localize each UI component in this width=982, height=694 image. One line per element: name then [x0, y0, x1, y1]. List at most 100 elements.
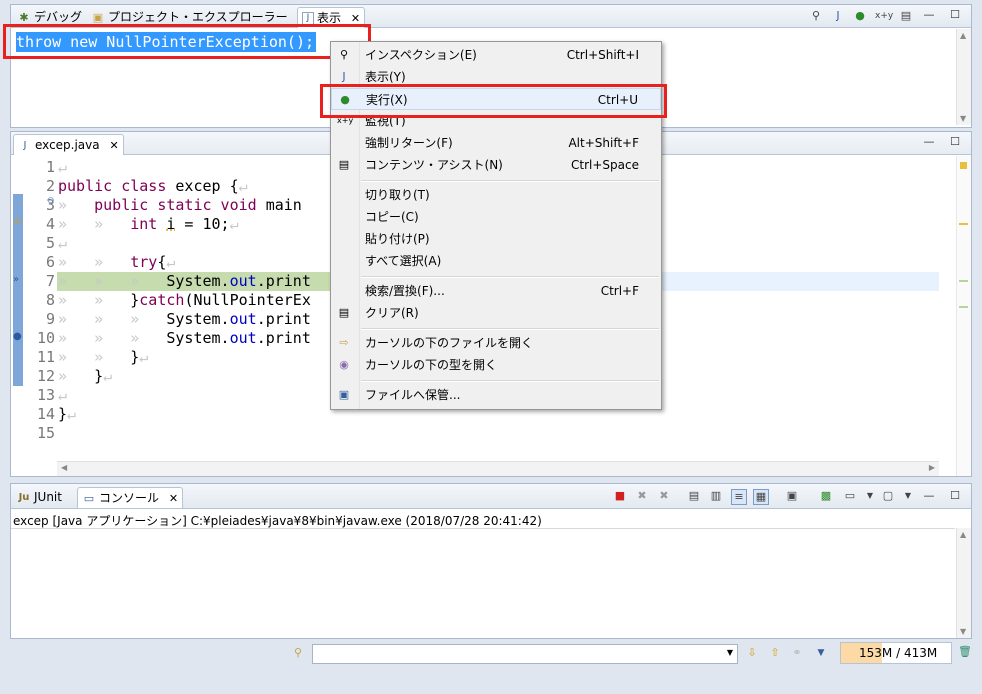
menu-item-paste[interactable]: 貼り付け(P) [331, 228, 661, 250]
clear-console-icon[interactable]: ▤ [687, 489, 701, 503]
menu-item-open-type-at-cursor[interactable]: ◉ カーソルの下の型を開く [331, 354, 661, 376]
code-line-10: » » » System.out.print [58, 329, 311, 347]
execute-highlight-box [320, 84, 667, 118]
minimize-icon[interactable]: — [923, 9, 935, 21]
clear-icon[interactable]: ▤ [899, 9, 913, 23]
chevron-down-icon[interactable]: ▼ [863, 489, 877, 503]
maximize-icon[interactable]: ☐ [949, 136, 961, 148]
tab-console[interactable]: ▭ コンソール ✕ [77, 487, 184, 508]
line-number: 14 [36, 405, 55, 423]
menu-item-force-return[interactable]: 強制リターン(F) Alt+Shift+F [331, 132, 661, 154]
garbage-collect-icon[interactable]: 🗑 [958, 645, 972, 659]
tab-junit[interactable]: Ju JUnit [13, 487, 66, 507]
open-console-icon[interactable]: ▭ [843, 489, 857, 503]
console-process-label: excep [Java アプリケーション] C:¥pleiades¥java¥8… [13, 514, 542, 528]
remove-launch-icon[interactable]: ✖ [635, 489, 649, 503]
watch-expression-icon[interactable]: x+y [875, 9, 893, 23]
code-line-14: }↵ [58, 405, 77, 423]
heap-status[interactable]: 153M / 413M [840, 642, 952, 664]
menu-item-save-to-file[interactable]: ▣ ファイルへ保管... [331, 384, 661, 406]
line-number: 9 [45, 310, 55, 328]
warning-icon: ⚠ [13, 216, 22, 227]
bug-icon: ✱ [19, 10, 29, 24]
link-icon[interactable]: ⚭ [790, 646, 804, 660]
scroll-lock-icon[interactable]: ▥ [709, 489, 723, 503]
status-bar: ⚲ ▼ ⇩ ⇧ ⚭ ▼ 153M / 413M 🗑 [0, 640, 982, 668]
menu-separator [361, 276, 659, 278]
folder-icon: ▣ [92, 10, 104, 24]
line-number: 2 [45, 177, 55, 195]
line-number: 8 [45, 291, 55, 309]
save-icon: ▣ [338, 388, 350, 401]
line-number: 15 [36, 424, 55, 442]
code-line-6: » » try{↵ [58, 253, 176, 271]
junit-icon: Ju [18, 491, 30, 503]
vertical-scrollbar[interactable]: ▲ ▼ [956, 29, 971, 125]
menu-item-clear[interactable]: ▤ クリア(R) [331, 302, 661, 324]
chevron-down-icon[interactable]: ▼ [901, 489, 915, 503]
menu-item-select-all[interactable]: すべて選択(A) [331, 250, 661, 272]
heap-used-value: 153M [859, 646, 893, 660]
breakpoint-icon[interactable]: ● [13, 331, 22, 342]
close-icon[interactable]: ✕ [109, 139, 118, 152]
console-tabbar: Ju JUnit ▭ コンソール ✕ ■ ✖ ✖ ▤ ▥ ≡ ▦ ▣ ▩ ▭ ▼ ▢… [11, 484, 971, 509]
content-assist-icon: ▤ [338, 158, 350, 171]
menu-item-copy[interactable]: コピー(C) [331, 206, 661, 228]
chevron-down-icon[interactable]: ▼ [814, 646, 828, 660]
show-console-on-output-icon[interactable]: ▦ [753, 489, 769, 505]
minimize-icon[interactable]: — [923, 136, 935, 148]
code-line-3: » public static void main [58, 196, 302, 214]
code-line-8: » » }catch(NullPointerEx [58, 291, 311, 309]
menu-separator [361, 180, 659, 182]
terminate-icon[interactable]: ■ [613, 489, 627, 503]
inspect-icon[interactable]: ⚲ [809, 9, 823, 23]
code-line-12: » }↵ [58, 367, 113, 385]
execute-icon[interactable]: ● [853, 9, 867, 23]
open-file-icon: ⇨ [339, 336, 349, 349]
horizontal-scrollbar[interactable]: ◀ ▶ [57, 461, 939, 476]
new-console-icon[interactable]: ▢ [881, 489, 895, 503]
line-number: 10 [36, 329, 55, 347]
code-line-11: » » }↵ [58, 348, 149, 366]
line-number: 5 [45, 234, 55, 252]
line-number: 7 [45, 272, 55, 290]
menu-item-find-replace[interactable]: 検索/置換(F)... Ctrl+F [331, 280, 661, 302]
arrow-down-icon[interactable]: ⇩ [745, 646, 759, 660]
java-file-icon: J [23, 139, 27, 151]
remove-all-terminated-icon[interactable]: ✖ [657, 489, 671, 503]
menu-separator [361, 380, 659, 382]
menu-item-open-file-at-cursor[interactable]: ⇨ カーソルの下のファイルを開く [331, 332, 661, 354]
close-icon[interactable]: ✕ [169, 492, 178, 505]
display-selected-console-icon[interactable]: ▩ [819, 489, 833, 503]
menu-item-cut[interactable]: 切り取り(T) [331, 184, 661, 206]
pin-console-icon[interactable]: ▣ [785, 489, 799, 503]
quick-search-combo[interactable]: ▼ [312, 644, 738, 664]
word-wrap-icon[interactable]: ≡ [731, 489, 747, 505]
console-output-area[interactable] [11, 528, 955, 637]
vertical-scrollbar[interactable]: ▲ ▼ [956, 528, 971, 638]
line-number: 11 [36, 348, 55, 366]
display-result-icon[interactable]: J [831, 9, 845, 23]
maximize-icon[interactable]: ☐ [949, 490, 961, 502]
minimize-icon[interactable]: — [923, 490, 935, 502]
display-icon: J [342, 70, 346, 83]
line-number: 4 [45, 215, 55, 233]
open-type-icon: ◉ [339, 358, 349, 371]
code-line-9: » » » System.out.print [58, 310, 311, 328]
code-line-2: public class excep {↵ [58, 177, 248, 195]
line-number: 1 [45, 158, 55, 176]
fold-icon[interactable]: ⊖ [47, 196, 55, 206]
maximize-icon[interactable]: ☐ [949, 9, 961, 21]
arrow-up-icon[interactable]: ⇧ [768, 646, 782, 660]
chevron-down-icon[interactable]: ▼ [727, 648, 733, 657]
console-panel: Ju JUnit ▭ コンソール ✕ ■ ✖ ✖ ▤ ▥ ≡ ▦ ▣ ▩ ▭ ▼ ▢… [10, 483, 972, 639]
search-icon: ⚲ [293, 646, 303, 659]
code-line-4: » » int i = 10;↵ [58, 215, 239, 233]
instruction-pointer-icon: » [13, 274, 20, 285]
menu-item-inspect[interactable]: ⚲ インスペクション(E) Ctrl+Shift+I [331, 44, 661, 66]
heap-total-value: 413M [903, 646, 938, 660]
line-number: 6 [45, 253, 55, 271]
line-number: 12 [36, 367, 55, 385]
tab-excep-java[interactable]: Jexcep.java ✕ [13, 134, 124, 155]
menu-item-content-assist[interactable]: ▤ コンテンツ・アシスト(N) Ctrl+Space [331, 154, 661, 176]
